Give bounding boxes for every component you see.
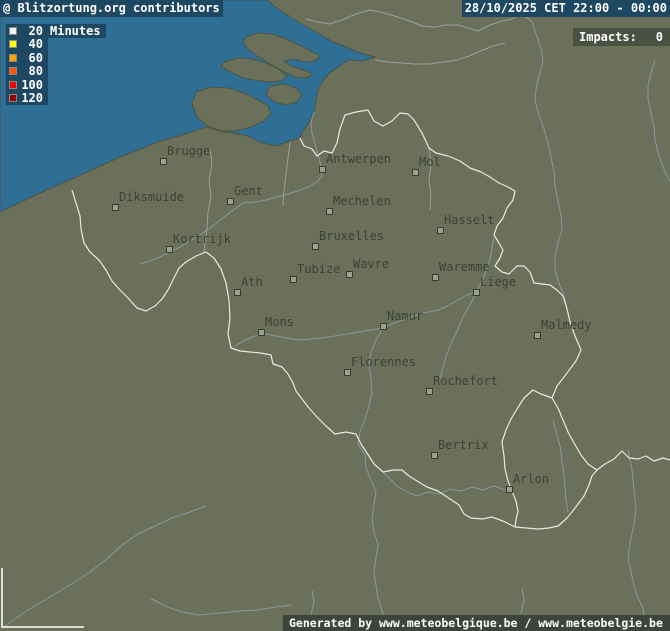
city-marker [312, 243, 319, 250]
city-label: Liege [480, 276, 516, 288]
city-marker [234, 289, 241, 296]
city-marker [227, 198, 234, 205]
city-marker [346, 271, 353, 278]
footer-credit: Generated by www.meteobelgique.be / www.… [283, 615, 670, 631]
city-label: Bruxelles [319, 230, 384, 242]
legend-row: 80 [6, 65, 48, 79]
legend-row: 20 Minutes [6, 24, 106, 38]
city-label: Tubize [297, 263, 340, 275]
city-label: Florennes [351, 356, 416, 368]
city-label: Rochefort [433, 375, 498, 387]
legend-minutes: 20 [21, 24, 43, 38]
city-marker [166, 246, 173, 253]
legend-minutes: 80 [21, 64, 43, 78]
period-label: 28/10/2025 CET 22:00 - 00:00 [462, 0, 670, 17]
legend-swatch [9, 81, 17, 89]
city-marker [112, 204, 119, 211]
legend-minutes: 40 [21, 37, 43, 51]
legend-swatch [9, 27, 17, 35]
city-marker [426, 388, 433, 395]
legend: 20 Minutes 406080100120 [6, 24, 106, 105]
impacts-label: Impacts: [573, 28, 637, 46]
city-marker [473, 289, 480, 296]
legend-swatch [9, 67, 17, 75]
city-label: Malmedy [541, 319, 592, 331]
city-label: Kortrijk [173, 233, 231, 245]
city-label: Mons [265, 316, 294, 328]
city-label: Mol [419, 156, 441, 168]
legend-minutes: 100 [21, 78, 43, 92]
city-marker [412, 169, 419, 176]
city-marker [258, 329, 265, 336]
attribution-label: @ Blitzortung.org contributors [0, 0, 223, 17]
legend-swatch [9, 54, 17, 62]
city-marker [380, 323, 387, 330]
legend-swatch [9, 40, 17, 48]
city-label: Diksmuide [119, 191, 184, 203]
legend-minutes: 120 [21, 91, 43, 105]
city-label: Bertrix [438, 439, 489, 451]
city-marker [290, 276, 297, 283]
city-label: Namur [387, 310, 423, 322]
legend-row: 60 [6, 51, 48, 65]
city-marker [160, 158, 167, 165]
city-marker [319, 166, 326, 173]
impacts-box: Impacts: 0 [573, 28, 670, 46]
city-marker [437, 227, 444, 234]
legend-minutes: 60 [21, 51, 43, 65]
city-marker [534, 332, 541, 339]
legend-swatch [9, 94, 17, 102]
legend-row: 120 [6, 92, 48, 106]
city-label: Hasselt [444, 214, 495, 226]
city-marker [431, 452, 438, 459]
impacts-value: 0 [637, 28, 670, 46]
city-marker [506, 486, 513, 493]
legend-row: 100 [6, 78, 48, 92]
lightning-map-page: @ Blitzortung.org contributors 28/10/202… [0, 0, 670, 631]
city-label: Arlon [513, 473, 549, 485]
legend-row: 40 [6, 38, 48, 52]
city-marker [432, 274, 439, 281]
city-label: Antwerpen [326, 153, 391, 165]
city-label: Mechelen [333, 195, 391, 207]
city-label: Waremme [439, 261, 490, 273]
city-label: Brugge [167, 145, 210, 157]
city-label: Wavre [353, 258, 389, 270]
city-marker [344, 369, 351, 376]
city-label: Gent [234, 185, 263, 197]
city-label: Ath [241, 276, 263, 288]
legend-unit: Minutes [50, 24, 101, 38]
city-marker [326, 208, 333, 215]
